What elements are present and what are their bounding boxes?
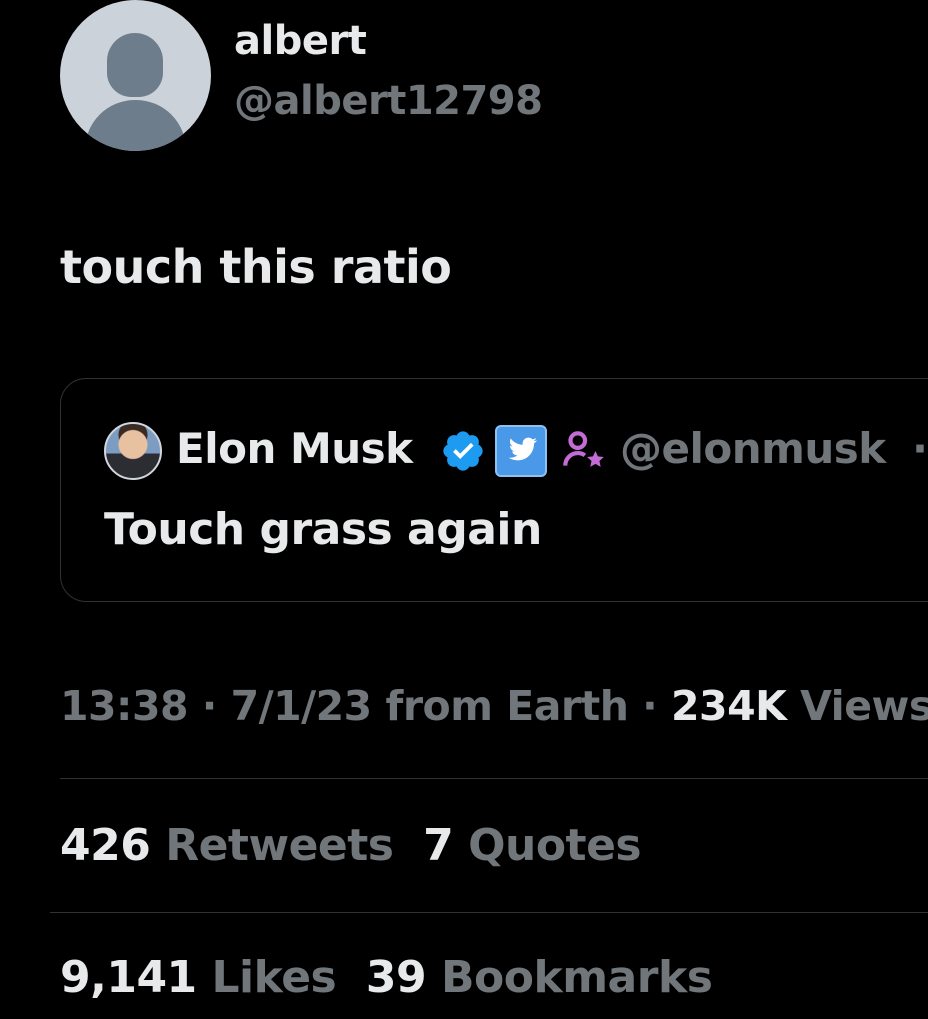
default-avatar-body-icon [85,100,186,151]
author-handle[interactable]: @albert12798 [234,78,543,124]
author-avatar[interactable] [60,0,211,151]
meta-separator: · [628,682,672,730]
likes-label: Likes [211,952,337,1003]
quoted-author-name[interactable]: Elon Musk [176,424,413,473]
quoted-author-handle[interactable]: @elonmusk [620,424,886,473]
verified-icon [443,431,483,471]
affiliate-icon [563,431,604,467]
divider [50,912,928,913]
engagement-row-1: 426 Retweets 7 Quotes [60,820,642,871]
twitter-bird-icon [495,425,547,477]
tweet-text: touch this ratio [60,240,452,294]
divider [60,778,928,779]
bookmarks-count: 39 [365,952,427,1003]
engagement-row-2: 9,141 Likes 39 Bookmarks [60,952,713,1003]
likes-stat[interactable]: 9,141 Likes [60,952,337,1003]
bookmarks-label: Bookmarks [440,952,713,1003]
retweets-stat[interactable]: 426 Retweets [60,820,394,871]
retweets-count: 426 [60,820,151,871]
bookmarks-stat[interactable]: 39 Bookmarks [366,952,713,1003]
quotes-label: Quotes [468,820,642,871]
tweet-time[interactable]: 13:38 [60,682,189,730]
quotes-count: 7 [423,820,454,871]
quoted-author-avatar[interactable] [104,422,162,480]
default-avatar-head-icon [107,33,163,97]
quoted-tweet-card[interactable] [60,378,928,602]
views-label: Views [800,682,928,730]
retweets-label: Retweets [165,820,394,871]
tweet-date-location[interactable]: 7/1/23 from Earth [231,682,629,730]
likes-count: 9,141 [60,952,197,1003]
quotes-stat[interactable]: 7 Quotes [423,820,641,871]
author-display-name[interactable]: albert [234,18,367,64]
views-count: 234K [671,682,787,730]
quoted-tweet-text: Touch grass again [104,504,542,555]
meta-separator: · [188,682,231,730]
tweet-meta: 13:38 · 7/1/23 from Earth · 234K Views [60,682,928,730]
quoted-separator: · [912,424,928,473]
